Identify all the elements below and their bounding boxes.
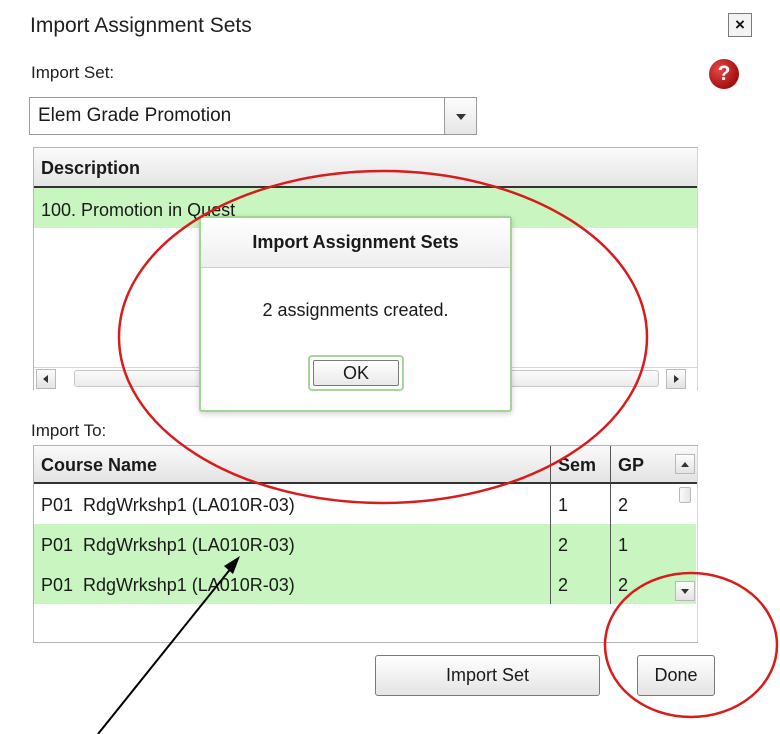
done-button[interactable]: Done: [637, 655, 715, 696]
ok-button-label: OK: [313, 360, 399, 386]
sem-cell: 2: [551, 524, 611, 564]
ok-button[interactable]: OK: [308, 355, 404, 391]
modal-message: 2 assignments created.: [262, 300, 449, 320]
scroll-right-icon[interactable]: [666, 369, 686, 389]
confirmation-modal: Import Assignment Sets 2 assignments cre…: [199, 216, 512, 412]
course-name-cell: P01 RdgWrkshp1 (LA010R-03): [34, 524, 551, 564]
scroll-down-icon[interactable]: [675, 581, 695, 601]
import-set-select-value: Elem Grade Promotion: [38, 105, 232, 126]
sem-cell: 2: [551, 564, 611, 604]
course-name-cell: P01 RdgWrkshp1 (LA010R-03): [34, 484, 551, 524]
course-vscroll-divider: [697, 446, 698, 642]
scroll-left-icon[interactable]: [36, 369, 56, 389]
import-set-select[interactable]: Elem Grade Promotion: [29, 97, 477, 135]
sem-cell: 1: [551, 484, 611, 524]
description-vscroll: [697, 148, 698, 389]
modal-title: Import Assignment Sets: [201, 218, 510, 268]
course-name-cell: P01 RdgWrkshp1 (LA010R-03): [34, 564, 551, 604]
col-header-sem[interactable]: Sem: [551, 446, 611, 484]
import-set-button[interactable]: Import Set: [375, 655, 600, 696]
vscroll-thumb[interactable]: [679, 487, 691, 503]
chevron-down-icon[interactable]: [444, 98, 476, 134]
dialog-titlebar: Import Assignment Sets ×: [0, 0, 780, 58]
close-button[interactable]: ×: [728, 13, 752, 37]
description-header[interactable]: Description: [34, 148, 697, 188]
import-set-label: Import Set:: [31, 63, 115, 82]
course-grid: Course Name Sem GP P01 RdgWrkshp1 (LA010…: [33, 445, 698, 643]
import-to-label: Import To:: [31, 421, 107, 440]
dialog-title: Import Assignment Sets: [30, 14, 252, 37]
scroll-up-icon[interactable]: [675, 454, 695, 474]
gp-cell: 1: [618, 535, 629, 555]
help-icon[interactable]: ?: [709, 59, 739, 89]
col-header-course[interactable]: Course Name: [34, 446, 551, 484]
